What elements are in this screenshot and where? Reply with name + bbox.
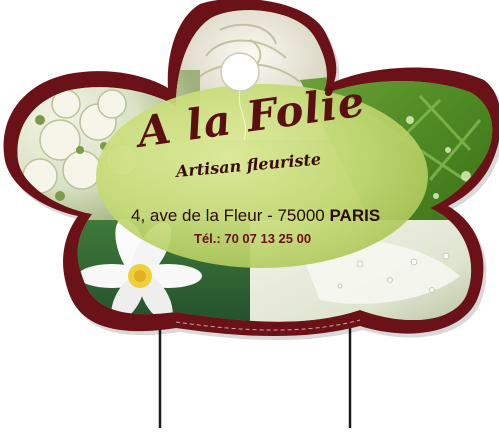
phone-number: Tél.: 70 07 13 25 00	[194, 231, 312, 246]
address: 4, ave de la Fleur - 75000 PARIS	[131, 206, 380, 226]
flower-sign: A la Folie Artisan fleuriste 4, ave de l…	[0, 0, 499, 428]
address-street: 4, ave de la Fleur - 75000	[131, 206, 325, 225]
address-city: PARIS	[329, 206, 381, 225]
